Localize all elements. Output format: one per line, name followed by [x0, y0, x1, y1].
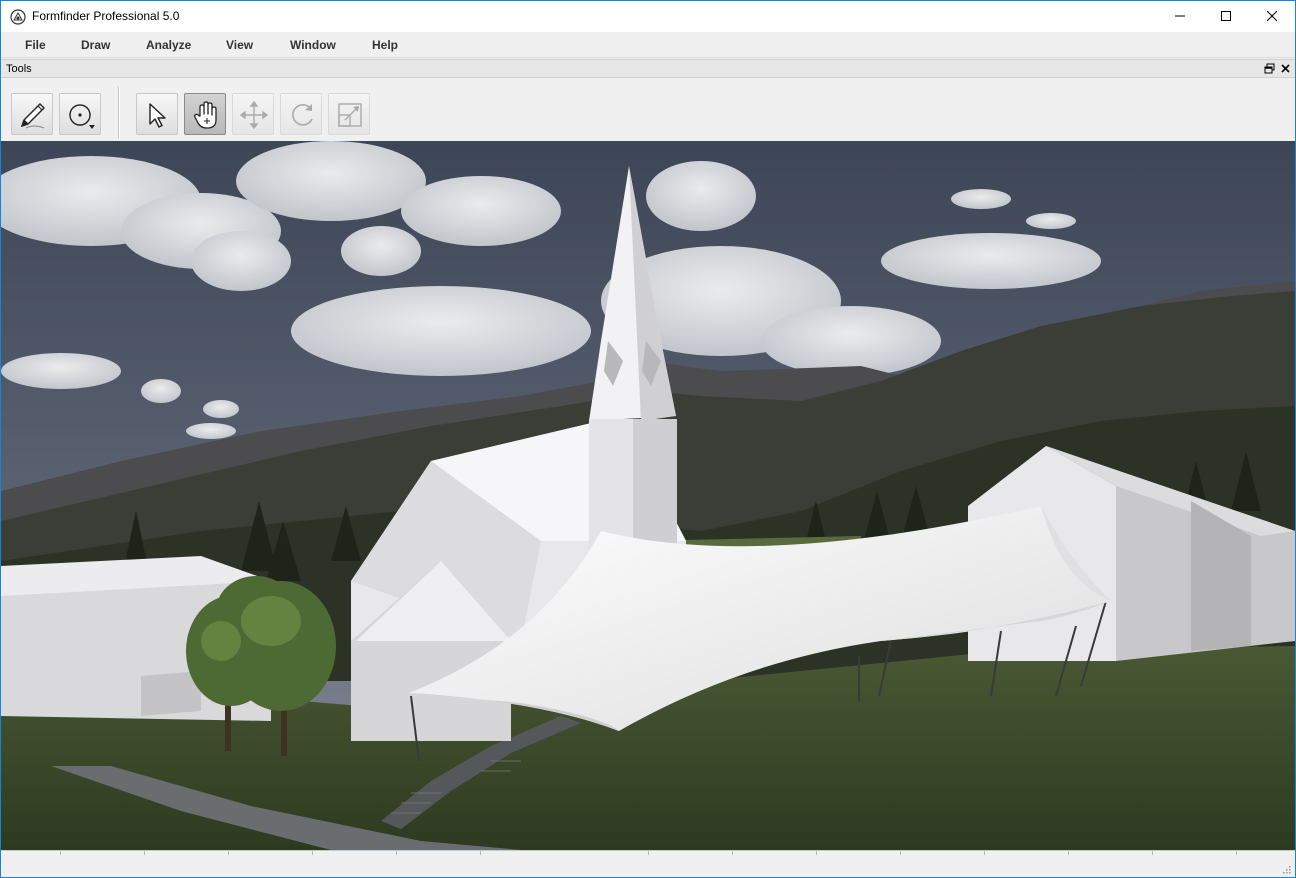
circle-point-icon	[69, 104, 95, 129]
status-segment	[649, 851, 733, 855]
status-segment	[901, 851, 985, 855]
status-segment	[397, 851, 481, 855]
formfinder-logo-icon	[10, 9, 26, 25]
hand-pan-icon	[194, 101, 217, 129]
close-icon	[1267, 11, 1277, 21]
move-arrows-icon	[239, 100, 269, 130]
scale-button[interactable]	[328, 93, 370, 135]
maximize-icon	[1221, 11, 1231, 21]
3d-viewport[interactable]	[1, 141, 1295, 850]
pencil-draw-icon	[20, 103, 45, 129]
status-segment	[1069, 851, 1153, 855]
status-segment	[817, 851, 901, 855]
minimize-icon	[1175, 15, 1185, 17]
pencil-draw-button[interactable]	[11, 93, 53, 135]
tools-panel-header: Tools	[1, 59, 1295, 78]
tools-toolbar	[1, 79, 1295, 141]
app-window: Formfinder Professional 5.0 File Draw An…	[0, 0, 1296, 878]
rotate-button[interactable]	[280, 93, 322, 135]
status-segment	[313, 851, 397, 855]
rotate-icon	[292, 104, 313, 126]
status-segment	[229, 851, 313, 855]
panel-restore-icon[interactable]	[1263, 62, 1276, 75]
window-title: Formfinder Professional 5.0	[32, 9, 180, 23]
toolbar-separator	[118, 87, 120, 139]
status-segment	[733, 851, 817, 855]
menu-file[interactable]: File	[25, 38, 46, 52]
circle-point-button[interactable]	[59, 93, 101, 135]
pointer-arrow-icon	[149, 103, 166, 128]
menu-help[interactable]: Help	[372, 38, 398, 52]
move-button[interactable]	[232, 93, 274, 135]
status-bar	[1, 850, 1295, 877]
panel-close-icon[interactable]	[1279, 62, 1292, 75]
status-segment	[61, 851, 145, 855]
hand-pan-button[interactable]	[184, 93, 226, 135]
minimize-button[interactable]	[1157, 1, 1203, 31]
menu-analyze[interactable]: Analyze	[146, 38, 191, 52]
menu-view[interactable]: View	[226, 38, 253, 52]
3d-render-scene	[1, 141, 1295, 850]
close-button[interactable]	[1249, 1, 1295, 31]
title-bar[interactable]: Formfinder Professional 5.0	[1, 1, 1295, 32]
menu-bar: File Draw Analyze View Window Help	[1, 32, 1295, 58]
resize-grip-icon[interactable]	[1281, 864, 1291, 874]
tools-panel-title: Tools	[6, 63, 32, 75]
menu-window[interactable]: Window	[290, 38, 336, 52]
status-segment	[1, 851, 61, 855]
maximize-button[interactable]	[1203, 1, 1249, 31]
menu-draw[interactable]: Draw	[81, 38, 110, 52]
scale-icon	[338, 103, 362, 127]
pointer-select-button[interactable]	[136, 93, 178, 135]
status-segment	[1153, 851, 1237, 855]
status-segment	[481, 851, 649, 855]
status-segment	[985, 851, 1069, 855]
status-segment	[145, 851, 229, 855]
